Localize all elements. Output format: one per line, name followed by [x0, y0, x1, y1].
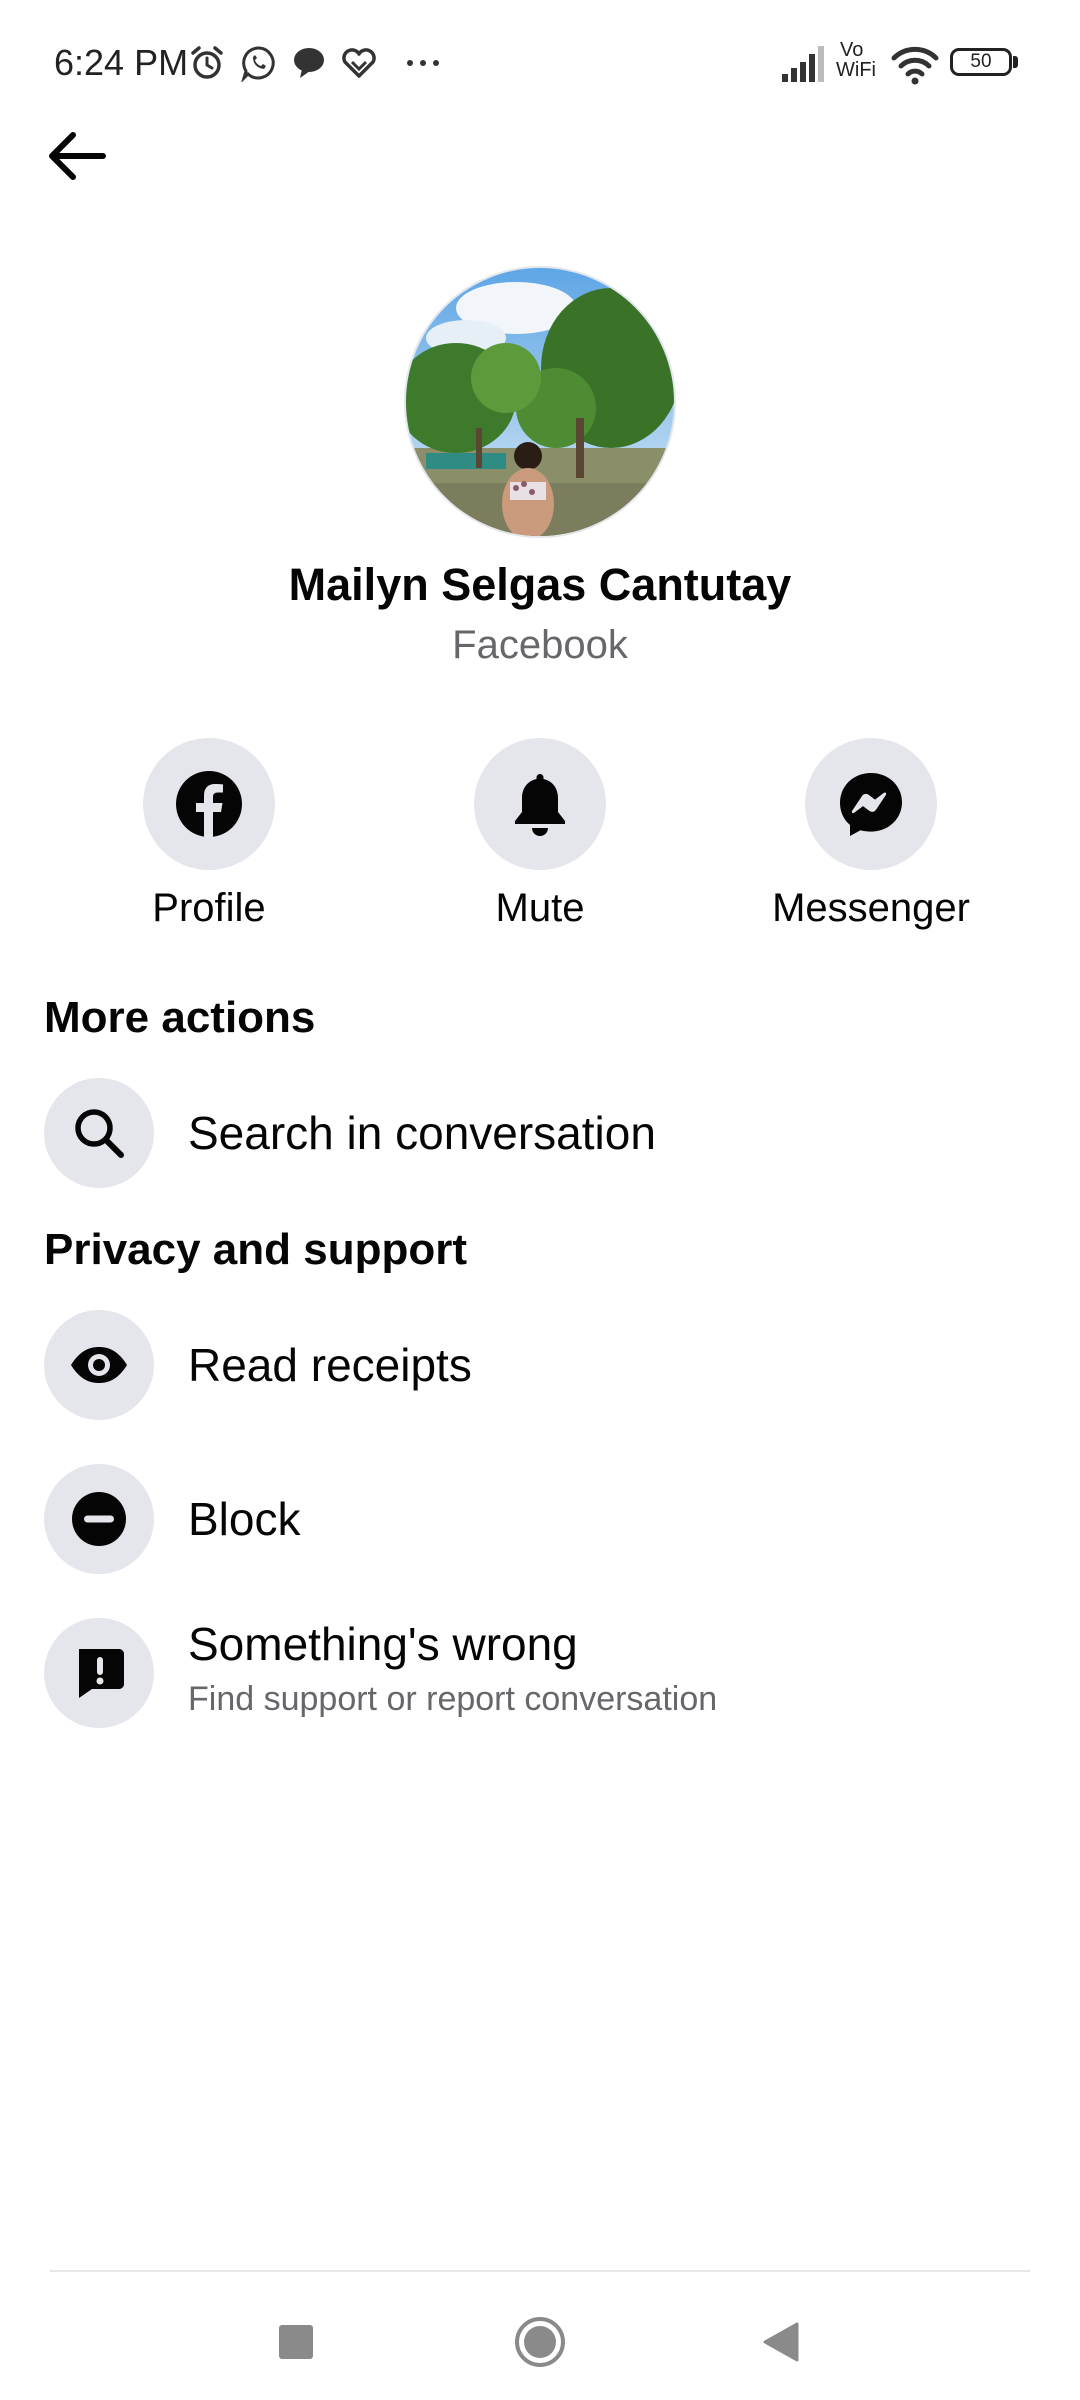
- hearts-icon: [342, 48, 376, 78]
- report-icon-circle: [44, 1618, 154, 1728]
- somethings-wrong-label: Something's wrong: [188, 1618, 578, 1670]
- facebook-icon: [176, 771, 242, 838]
- vowifi-indicator: Vo WiFi: [836, 40, 880, 80]
- search-icon-circle: [44, 1078, 154, 1188]
- mute-button[interactable]: Mute: [390, 738, 690, 938]
- messenger-button[interactable]: Messenger: [721, 738, 1021, 938]
- whatsapp-icon: [241, 46, 275, 82]
- profile-button-label: Profile: [152, 886, 266, 930]
- messenger-button-circle[interactable]: [805, 738, 937, 870]
- profile-source: Facebook: [452, 623, 628, 667]
- arrow-left-icon: [49, 132, 106, 180]
- read-receipts-label: Read receipts: [188, 1339, 472, 1391]
- vowifi-top-label: Vo: [840, 39, 864, 61]
- status-time: 6:24 PM: [54, 42, 189, 83]
- signal-icon: [782, 46, 824, 82]
- block-row[interactable]: Block: [44, 1464, 1036, 1574]
- home-button[interactable]: [500, 2302, 580, 2382]
- messenger-icon: [840, 773, 902, 836]
- profile-button[interactable]: Profile: [59, 738, 359, 938]
- nav-divider: [50, 2270, 1030, 2272]
- battery-icon: 50: [950, 48, 1012, 76]
- back-button[interactable]: [34, 114, 118, 198]
- battery-tip: [1013, 56, 1018, 68]
- eye-icon-circle: [44, 1310, 154, 1420]
- recents-square-icon: [279, 2325, 313, 2359]
- vowifi-bottom-label: WiFi: [836, 59, 876, 81]
- mute-button-circle[interactable]: [474, 738, 606, 870]
- block-icon: [72, 1492, 126, 1546]
- home-circle-icon: [515, 2317, 565, 2367]
- avatar[interactable]: [404, 266, 676, 538]
- privacy-support-heading: Privacy and support: [44, 1225, 468, 1274]
- more-actions-heading: More actions: [44, 993, 316, 1042]
- somethings-wrong-row[interactable]: Something's wrong Find support or report…: [44, 1618, 1036, 1758]
- block-icon-circle: [44, 1464, 154, 1574]
- search-icon: [75, 1109, 124, 1158]
- report-icon: [79, 1649, 124, 1698]
- somethings-wrong-sublabel: Find support or report conversation: [188, 1680, 718, 1718]
- alarm-icon: [191, 46, 223, 79]
- profile-name: Mailyn Selgas Cantutay: [288, 559, 792, 610]
- status-bar: 6:24 PM Vo WiFi 50: [0, 0, 1080, 120]
- messenger-button-label: Messenger: [772, 886, 970, 930]
- search-in-conversation-row[interactable]: Search in conversation: [44, 1078, 1036, 1188]
- back-triangle-icon: [763, 2322, 799, 2362]
- bell-icon: [515, 774, 565, 836]
- chat-bubble-icon: [294, 48, 324, 78]
- block-label: Block: [188, 1493, 301, 1545]
- recents-button[interactable]: [256, 2302, 336, 2382]
- wifi-icon: [891, 46, 939, 85]
- eye-icon: [71, 1347, 127, 1383]
- read-receipts-row[interactable]: Read receipts: [44, 1310, 1036, 1420]
- more-dots-icon: [407, 60, 439, 66]
- mute-button-label: Mute: [495, 886, 585, 930]
- search-in-conversation-label: Search in conversation: [188, 1107, 656, 1159]
- avatar-photo: [406, 268, 674, 536]
- nav-back-button[interactable]: [741, 2302, 821, 2382]
- profile-button-circle[interactable]: [143, 738, 275, 870]
